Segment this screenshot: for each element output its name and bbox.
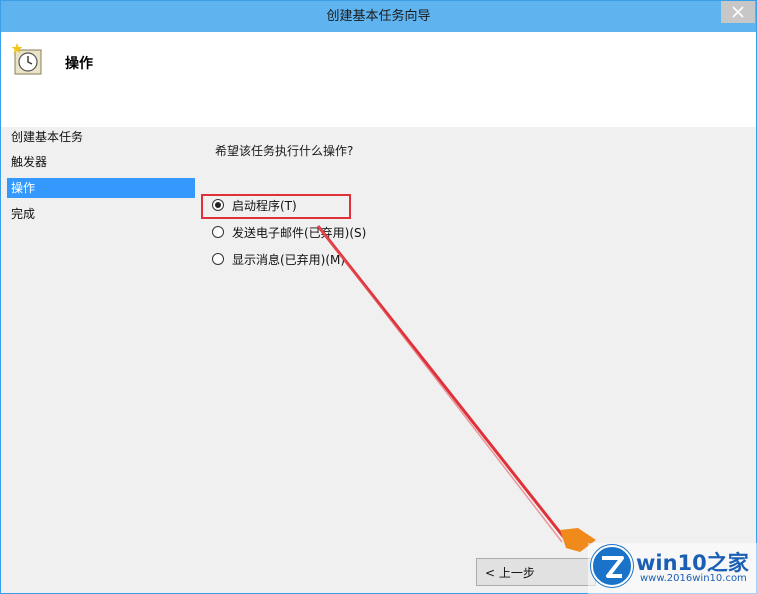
annotation-arrow (316, 225, 596, 552)
watermark: win10之家 www.2016win10.com (588, 543, 757, 594)
watermark-url: www.2016win10.com (640, 573, 747, 584)
win10-logo-icon (590, 544, 634, 588)
